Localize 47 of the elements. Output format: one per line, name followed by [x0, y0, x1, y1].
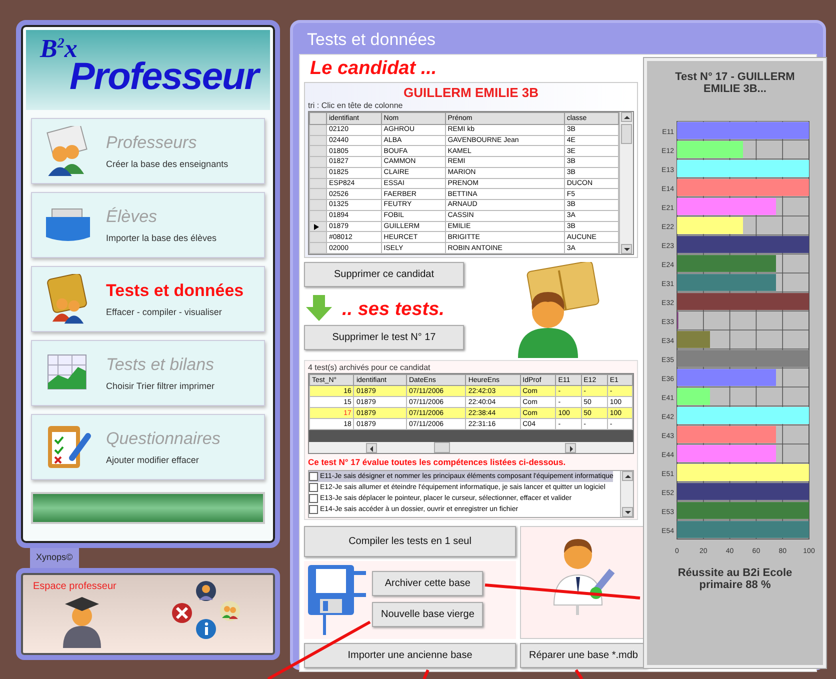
menu-description: Effacer - compiler - visualiser: [106, 307, 223, 317]
tests-caption: 4 test(s) archivés pour ce candidat: [308, 363, 432, 372]
archive-button[interactable]: Archiver cette base: [372, 571, 484, 596]
delete-test-button[interactable]: Supprimer le test N° 17: [304, 325, 464, 350]
menu-item[interactable]: Professeurs Créer la base des enseignants: [31, 118, 265, 184]
scrollbar[interactable]: [620, 471, 633, 517]
menu-description: Importer la base des élèves: [106, 233, 217, 243]
menu-item[interactable]: Élèves Importer la base des élèves: [31, 192, 265, 258]
checkbox[interactable]: [309, 505, 318, 514]
scrollbar[interactable]: [619, 112, 633, 254]
menu-label: Tests et bilans: [106, 355, 215, 375]
candidate-name: GUILLERM EMILIE 3B: [402, 85, 540, 100]
row-selector[interactable]: [310, 221, 326, 232]
compile-button[interactable]: Compiler les tests en 1 seul: [304, 526, 516, 557]
menu-label: Questionnaires: [106, 429, 220, 449]
close-icon: [171, 602, 193, 624]
scrollbar[interactable]: [309, 442, 633, 453]
new-database-button[interactable]: Nouvelle base vierge: [372, 602, 484, 627]
menu-label: Professeurs: [106, 133, 198, 153]
checkbox[interactable]: [309, 494, 318, 503]
leader-line: [422, 669, 430, 679]
delete-candidate-button[interactable]: Supprimer ce candidat: [304, 262, 464, 287]
row-selector: [310, 112, 326, 124]
down-arrow-icon: [304, 293, 334, 323]
checkbox[interactable]: [309, 483, 318, 492]
menu-description: Ajouter modifier effacer: [106, 455, 200, 465]
chart-title: Test N° 17 - GUILLERM EMILIE 3B...: [674, 71, 796, 95]
leader-line: [574, 669, 584, 679]
menu-label: Tests et données: [106, 281, 244, 301]
section-heading: Le candidat ...: [309, 58, 438, 81]
menu-description: Créer la base des enseignants: [106, 159, 228, 169]
info-icon: [195, 618, 217, 640]
checkbox[interactable]: [309, 472, 318, 481]
menu-description: Choisir Trier filtrer imprimer: [106, 381, 215, 391]
section-heading: .. ses tests.: [341, 299, 444, 322]
window-title: Tests et données: [306, 29, 437, 51]
menu-item[interactable]: Questionnaires Ajouter modifier effacer: [31, 414, 265, 480]
import-button[interactable]: Importer une ancienne base: [304, 643, 516, 668]
panel-label: Espace professeur: [33, 581, 118, 592]
axis-title: Réussite au B2i Ecole primaire 88 %: [676, 567, 794, 591]
users-icon: [219, 600, 241, 622]
competence-statement: Ce test N° 17 évalue toutes les compétences listées ci-dessous.: [308, 457, 567, 467]
sort-hint: tri : Clic en tête de colonne: [308, 101, 404, 110]
menu-item[interactable]: Tests et données Effacer - compiler - visualiser: [31, 266, 265, 332]
menu-item[interactable]: Tests et bilans Choisir Trier filtrer imprimer: [31, 340, 265, 406]
menu-label: Élèves: [106, 207, 158, 227]
user-icon: [195, 580, 217, 602]
